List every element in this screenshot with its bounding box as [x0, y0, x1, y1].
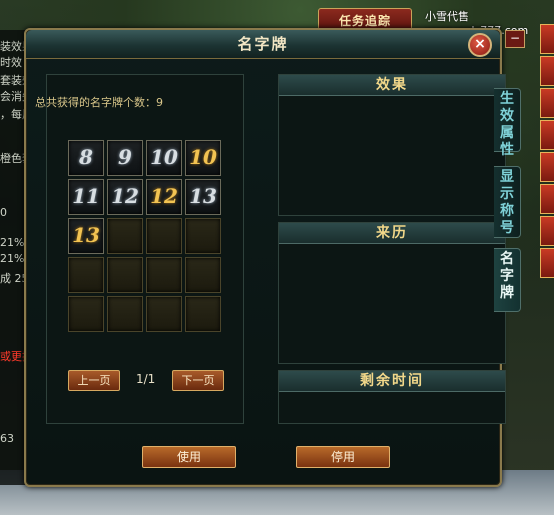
empty-slot	[185, 218, 221, 254]
empty-slot	[185, 257, 221, 293]
empty-slot	[107, 218, 143, 254]
name-plate-number: 13	[72, 223, 100, 247]
name-plate-number: 10	[150, 145, 178, 169]
name-plate-slot[interactable]: 8	[68, 140, 104, 176]
name-plate-number: 12	[111, 184, 139, 208]
plate-count-value: 9	[156, 96, 163, 109]
side-tab-label: 名字牌	[500, 251, 514, 301]
empty-slot	[68, 257, 104, 293]
name-plate-slot[interactable]: 11	[68, 179, 104, 215]
page-indicator: 1/1	[136, 372, 156, 386]
empty-slot	[68, 296, 104, 332]
next-page-button[interactable]: 下一页	[172, 370, 224, 391]
side-tab[interactable]: 显示称号	[494, 166, 521, 238]
remaining-time-heading: 剩余时间	[279, 371, 505, 392]
side-tab-label: 显示称号	[500, 169, 514, 236]
skill-icon[interactable]	[540, 152, 554, 182]
close-button[interactable]: ×	[468, 33, 492, 57]
source-section: 来历	[278, 222, 506, 364]
plate-count-line: 总共获得的名字牌个数：9	[35, 94, 163, 110]
source-heading: 来历	[279, 223, 505, 244]
name-plate-number: 12	[150, 184, 178, 208]
skill-icon[interactable]	[540, 88, 554, 118]
underlying-panel-text: 0	[0, 206, 7, 219]
skill-icon[interactable]	[540, 24, 554, 54]
name-plate-slot[interactable]: 12	[146, 179, 182, 215]
name-plate-slot[interactable]: 10	[185, 140, 221, 176]
empty-slot	[185, 296, 221, 332]
skill-icon[interactable]	[540, 184, 554, 214]
name-plate-number: 9	[118, 145, 132, 169]
empty-slot	[146, 218, 182, 254]
window-title: 名字牌	[237, 35, 289, 53]
prev-page-button[interactable]: 上一页	[68, 370, 120, 391]
empty-slot	[107, 257, 143, 293]
underlying-panel-text: 21%	[0, 236, 25, 249]
underlying-panel-text: 时效	[0, 56, 22, 69]
side-tab[interactable]: 生效属性	[494, 88, 521, 158]
disable-button[interactable]: 停用	[296, 446, 390, 468]
name-plate-number: 11	[72, 184, 100, 208]
skill-icon[interactable]	[540, 56, 554, 86]
name-plate-number: 10	[189, 145, 217, 169]
side-tab-label: 生效属性	[500, 91, 514, 158]
minimize-button[interactable]: −	[505, 30, 525, 48]
effect-heading: 效果	[279, 75, 505, 96]
name-plate-number: 13	[189, 184, 217, 208]
name-plate-grid: 8 9 10 10 11 12 12 13 13	[44, 112, 221, 332]
effect-section: 效果	[278, 74, 506, 216]
empty-slot	[107, 296, 143, 332]
skill-icon[interactable]	[540, 216, 554, 246]
skill-icon[interactable]	[540, 120, 554, 150]
side-tab[interactable]: 名字牌	[494, 248, 521, 312]
name-plate-number: 8	[79, 145, 93, 169]
remaining-time-section: 剩余时间	[278, 370, 506, 424]
name-plate-slot[interactable]: 9	[107, 140, 143, 176]
use-button[interactable]: 使用	[142, 446, 236, 468]
name-plate-slot[interactable]: 13	[185, 179, 221, 215]
name-plate-slot[interactable]: 10	[146, 140, 182, 176]
underlying-panel-text: 63	[0, 432, 14, 445]
empty-slot	[146, 257, 182, 293]
name-plate-slot[interactable]: 13	[68, 218, 104, 254]
skill-icon[interactable]	[540, 248, 554, 278]
right-icon-strip	[540, 24, 554, 294]
empty-slot	[146, 296, 182, 332]
name-plate-slot[interactable]: 12	[107, 179, 143, 215]
underlying-panel-text: 21%	[0, 252, 25, 265]
window-titlebar[interactable]: 名字牌 ×	[26, 30, 500, 59]
plate-count-label: 总共获得的名字牌个数：	[35, 96, 156, 109]
